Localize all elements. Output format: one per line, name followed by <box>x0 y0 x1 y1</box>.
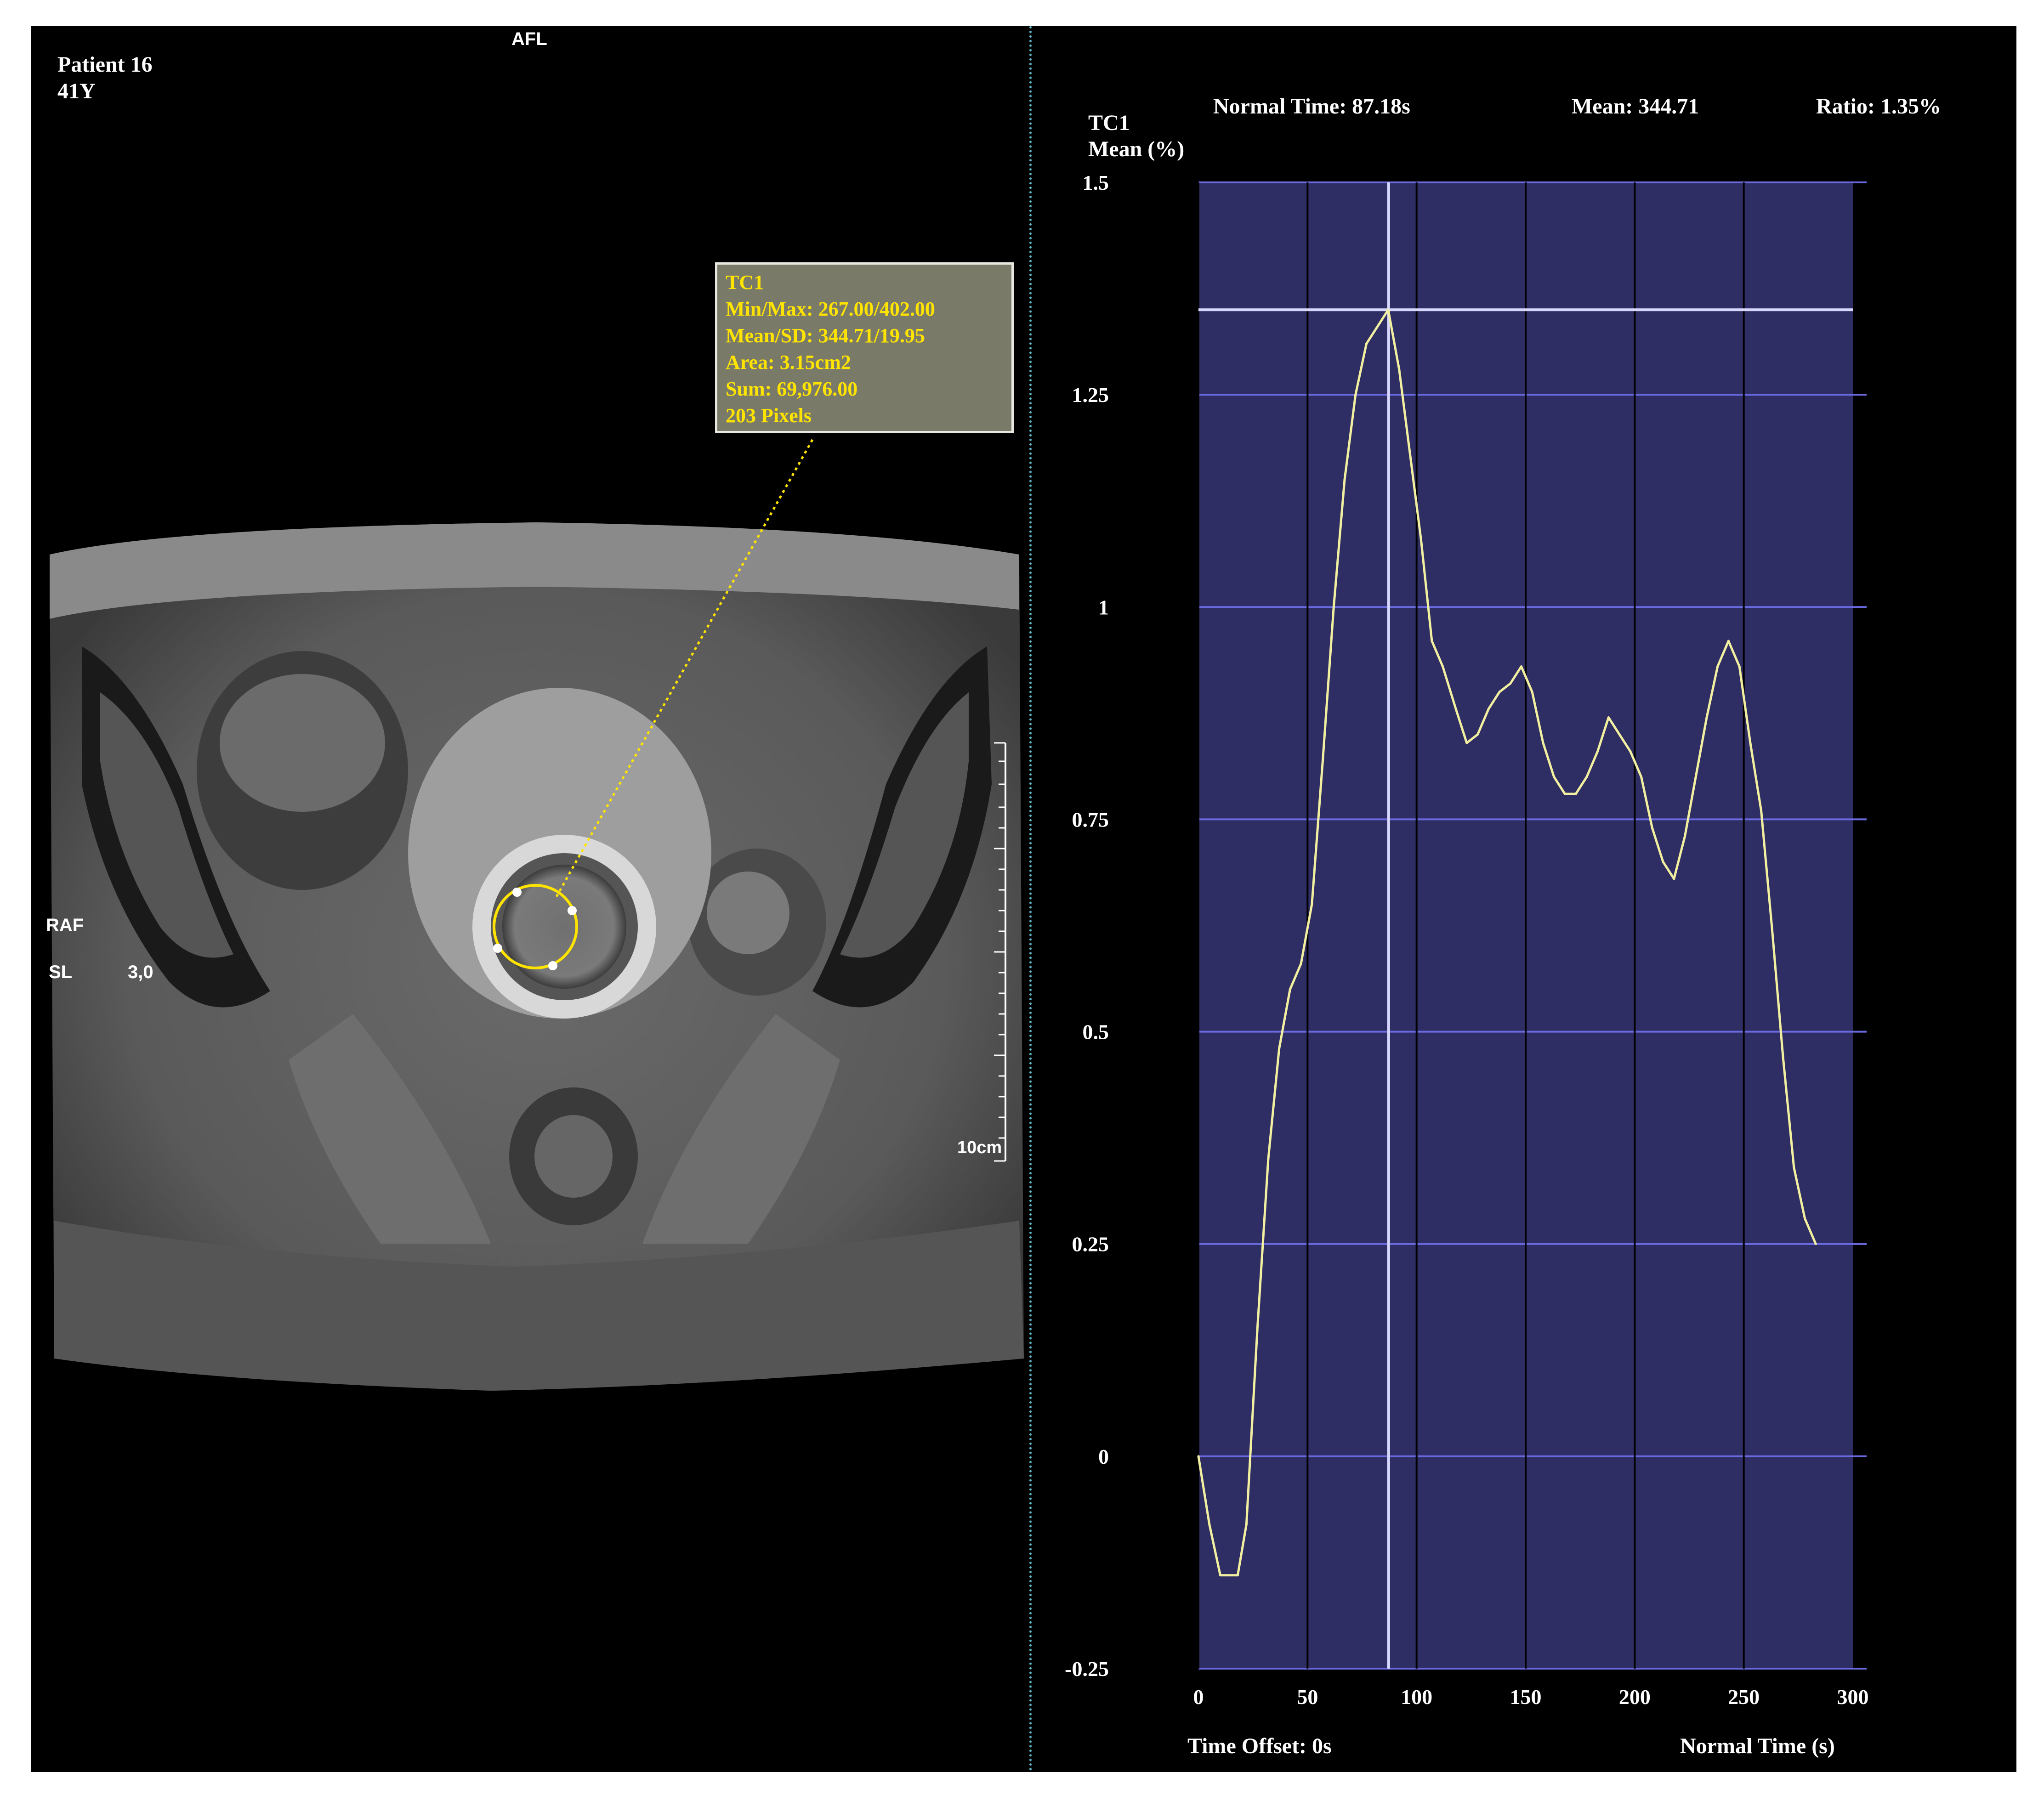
x-tick-label: 100 <box>1401 1685 1432 1709</box>
mean-curve-point <box>1629 750 1632 753</box>
x-tick-label: 50 <box>1297 1685 1318 1709</box>
y-tick-label: 1.25 <box>1072 383 1109 407</box>
mean-curve-point <box>1256 1328 1259 1330</box>
mean-curve-point <box>1596 750 1599 753</box>
mean-curve-point <box>1431 640 1433 642</box>
mean-curve-point <box>1219 1574 1221 1577</box>
mean-curve-point <box>1376 325 1379 328</box>
mean-curve-point <box>1760 810 1763 812</box>
mri-viewport[interactable]: Patient 16 41Y AFL RAF SL 3,0 10cm TC1 M… <box>31 26 1029 1772</box>
orientation-top-label: AFL <box>511 29 547 49</box>
mean-curve-point <box>1793 1166 1795 1169</box>
mean-curve-point <box>1498 691 1501 693</box>
mean-curve-point <box>1738 665 1741 668</box>
mean-curve-point <box>1230 1574 1232 1577</box>
orientation-left-label: RAF <box>46 915 84 935</box>
roi-minmax: Min/Max: 267.00/402.00 <box>726 298 935 320</box>
roi-sum: Sum: 69,976.00 <box>726 378 858 400</box>
mean-curve-point <box>1343 478 1346 481</box>
mean-curve-point <box>1574 793 1577 795</box>
mean-curve-point <box>1553 776 1556 778</box>
mean-curve-point <box>1651 827 1653 829</box>
y-tick-label: -0.25 <box>1065 1657 1109 1681</box>
roi-stats-box[interactable]: TC1 Min/Max: 267.00/402.00 Mean/SD: 344.… <box>715 262 1014 433</box>
roi-title: TC1 <box>726 271 764 294</box>
mean-curve-point <box>1607 716 1610 719</box>
y-tick-label: 1 <box>1098 595 1109 619</box>
mean-curve-point <box>1782 1056 1784 1059</box>
y-tick-label: 0.5 <box>1083 1020 1109 1044</box>
mean-curve-point <box>1640 776 1643 778</box>
mean-curve-point <box>1398 368 1401 371</box>
roi-pixels: 203 Pixels <box>726 404 812 427</box>
mean-curve-point <box>1563 793 1566 795</box>
y-tick-label: 0.75 <box>1072 808 1109 831</box>
panel-divider[interactable] <box>1029 26 1032 1772</box>
x-tick-label: 200 <box>1619 1685 1651 1709</box>
x-tick-label: 300 <box>1837 1685 1869 1709</box>
mean-curve-point <box>1771 928 1773 931</box>
mean-curve-point <box>1662 861 1664 863</box>
slice-label: SL <box>49 962 73 982</box>
mean-curve-point <box>1454 708 1457 710</box>
mean-curve-point <box>1197 1455 1200 1458</box>
mean-curve-point <box>1332 606 1335 608</box>
mean-curve-point <box>1278 1047 1281 1050</box>
mean-curve-point <box>1408 453 1411 456</box>
y-tick-label: 0 <box>1098 1445 1109 1468</box>
mean-curve-point <box>1804 1217 1806 1220</box>
mean-curve-point <box>1311 903 1313 906</box>
viewer-window: Patient 16 41Y AFL RAF SL 3,0 10cm TC1 M… <box>31 26 2016 1772</box>
mean-curve-point <box>1585 776 1588 778</box>
mean-curve-point <box>1705 716 1708 719</box>
slice-value: 3,0 <box>128 962 153 982</box>
mean-curve-point <box>1465 742 1468 744</box>
mean-curve-point <box>1476 733 1479 736</box>
mean-curve-point <box>1814 1243 1817 1246</box>
patient-name: Patient 16 <box>57 52 153 77</box>
mean-curve-point <box>1289 988 1291 991</box>
y-tick-label: 0.25 <box>1072 1233 1109 1256</box>
mean-curve-point <box>1673 878 1675 880</box>
mean-curve-point <box>1208 1523 1211 1526</box>
x-tick-label: 150 <box>1510 1685 1542 1709</box>
mean-curve-point <box>1684 835 1686 838</box>
mean-curve-point <box>1618 733 1621 736</box>
y-tick-label: 1.5 <box>1083 171 1109 194</box>
time-intensity-chart[interactable]: 1.5 1.25 1 0.75 0.5 0.25 0 -0.25 0 50 100 150 200 250… <box>1033 26 2016 1772</box>
mean-curve-point <box>1442 665 1444 668</box>
mean-curve-point <box>1749 742 1752 744</box>
mean-curve-point <box>1387 308 1390 311</box>
patient-age: 41Y <box>57 79 96 103</box>
roi-mean-sd: Mean/SD: 344.71/19.95 <box>726 324 925 347</box>
mean-curve-point <box>1531 691 1533 693</box>
mean-curve-point <box>1322 759 1324 761</box>
mean-curve-point <box>1354 393 1357 396</box>
mean-curve-point <box>1245 1523 1248 1526</box>
mean-curve-point <box>1727 640 1730 642</box>
mean-curve-point <box>1236 1574 1239 1577</box>
time-curve-panel: Normal Time: 87.18s Mean: 344.71 Ratio: … <box>1033 26 2016 1772</box>
mean-curve-point <box>1509 682 1512 685</box>
mean-curve-point <box>1520 665 1523 668</box>
mean-curve-point <box>1365 342 1368 345</box>
roi-area: Area: 3.15cm2 <box>726 351 851 374</box>
mean-curve-point <box>1267 1158 1270 1161</box>
x-tick-label: 0 <box>1193 1685 1204 1709</box>
mean-curve-point <box>1694 776 1697 778</box>
x-tick-label: 250 <box>1728 1685 1760 1709</box>
scale-label: 10cm <box>957 1138 1002 1157</box>
mean-curve-point <box>1419 538 1422 540</box>
mean-curve-point <box>1542 742 1544 744</box>
mean-curve-point <box>1487 708 1490 710</box>
mean-curve-point <box>1300 962 1302 965</box>
mean-curve-point <box>1716 665 1719 668</box>
